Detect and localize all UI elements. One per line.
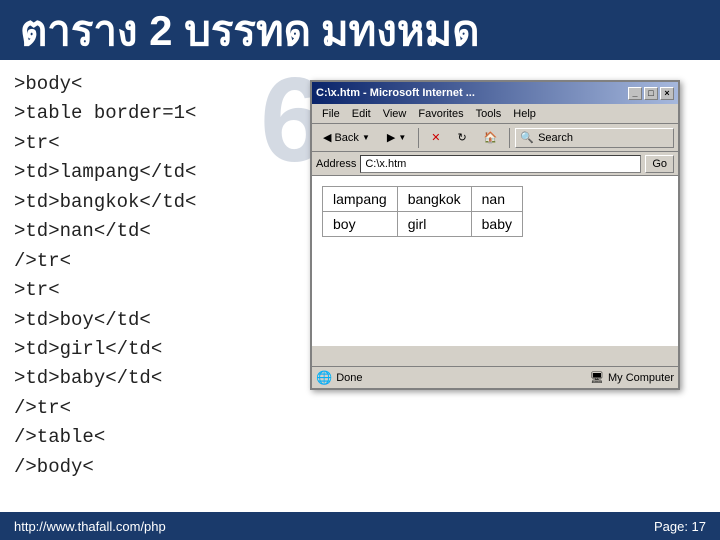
forward-dropdown-icon: ▼	[398, 133, 406, 142]
browser-content: lampangbangkoknanboygirlbaby	[312, 176, 678, 346]
code-panel: >body< >table border=1< >tr< >td>lampang…	[0, 60, 310, 512]
address-label: Address	[316, 158, 356, 170]
stop-icon: ✕	[431, 131, 440, 144]
header-title: ตาราง 2 บรรทด	[20, 10, 311, 52]
done-icon: 🌐	[316, 370, 332, 386]
toolbar-separator-2	[509, 128, 510, 148]
stop-button[interactable]: ✕	[424, 127, 447, 149]
main-content: 6 >body< >table border=1< >tr< >td>lampa…	[0, 60, 720, 512]
menu-edit[interactable]: Edit	[346, 108, 377, 120]
menu-help[interactable]: Help	[507, 108, 542, 120]
close-button[interactable]: ×	[660, 87, 674, 100]
forward-arrow-icon: ▶	[387, 131, 395, 144]
status-left-area: 🌐 Done	[316, 370, 362, 386]
computer-label: My Computer	[608, 372, 674, 384]
refresh-icon: ↻	[457, 131, 466, 144]
table-cell: baby	[471, 212, 522, 237]
search-label: Search	[538, 132, 573, 144]
home-button[interactable]: 🏠	[477, 127, 505, 149]
go-button[interactable]: Go	[645, 155, 674, 173]
browser-window: C:\x.htm - Microsoft Internet ... _ □ × …	[310, 80, 680, 390]
home-icon: 🏠	[484, 131, 498, 144]
slide-footer: http://www.thafall.com/php Page: 17	[0, 512, 720, 540]
browser-menubar: File Edit View Favorites Tools Help	[312, 104, 678, 124]
browser-statusbar: 🌐 Done 🖥 My Computer	[312, 366, 678, 388]
table-cell: bangkok	[397, 187, 471, 212]
maximize-button[interactable]: □	[644, 87, 658, 100]
table-row: boygirlbaby	[323, 212, 523, 237]
menu-tools[interactable]: Tools	[470, 108, 508, 120]
table-cell: boy	[323, 212, 398, 237]
refresh-button[interactable]: ↻	[450, 127, 473, 149]
back-label: Back	[334, 132, 358, 144]
back-dropdown-icon: ▼	[362, 133, 370, 142]
back-arrow-icon: ◀	[323, 131, 331, 144]
html-table: lampangbangkoknanboygirlbaby	[322, 186, 523, 237]
menu-file[interactable]: File	[316, 108, 346, 120]
status-right-area: 🖥 My Computer	[590, 371, 674, 384]
titlebar-buttons: _ □ ×	[628, 87, 674, 100]
table-row: lampangbangkoknan	[323, 187, 523, 212]
table-cell: lampang	[323, 187, 398, 212]
table-cell: girl	[397, 212, 471, 237]
address-input[interactable]: C:\x.htm	[360, 155, 641, 173]
slide-header: ตาราง 2 บรรทด มทงหมด	[0, 0, 720, 60]
computer-icon: 🖥	[590, 371, 604, 384]
status-done-text: Done	[336, 372, 362, 384]
address-value: C:\x.htm	[365, 158, 406, 170]
browser-title-text: C:\x.htm - Microsoft Internet ...	[316, 87, 475, 99]
header-subtitle: มทงหมด	[321, 10, 480, 52]
browser-toolbar: ◀ Back ▼ ▶ ▼ ✕ ↻ 🏠 🔍 Search	[312, 124, 678, 152]
minimize-button[interactable]: _	[628, 87, 642, 100]
back-button[interactable]: ◀ Back ▼	[316, 127, 377, 149]
toolbar-separator-1	[418, 128, 419, 148]
search-toolbar-area[interactable]: 🔍 Search	[515, 128, 674, 148]
browser-addressbar: Address C:\x.htm Go	[312, 152, 678, 176]
search-icon: 🔍	[520, 131, 534, 144]
footer-url: http://www.thafall.com/php	[14, 519, 166, 534]
code-block: >body< >table border=1< >tr< >td>lampang…	[14, 70, 296, 482]
table-cell: nan	[471, 187, 522, 212]
menu-view[interactable]: View	[377, 108, 413, 120]
browser-titlebar: C:\x.htm - Microsoft Internet ... _ □ ×	[312, 82, 678, 104]
footer-page: Page: 17	[654, 519, 706, 534]
menu-favorites[interactable]: Favorites	[412, 108, 469, 120]
forward-button[interactable]: ▶ ▼	[380, 127, 413, 149]
